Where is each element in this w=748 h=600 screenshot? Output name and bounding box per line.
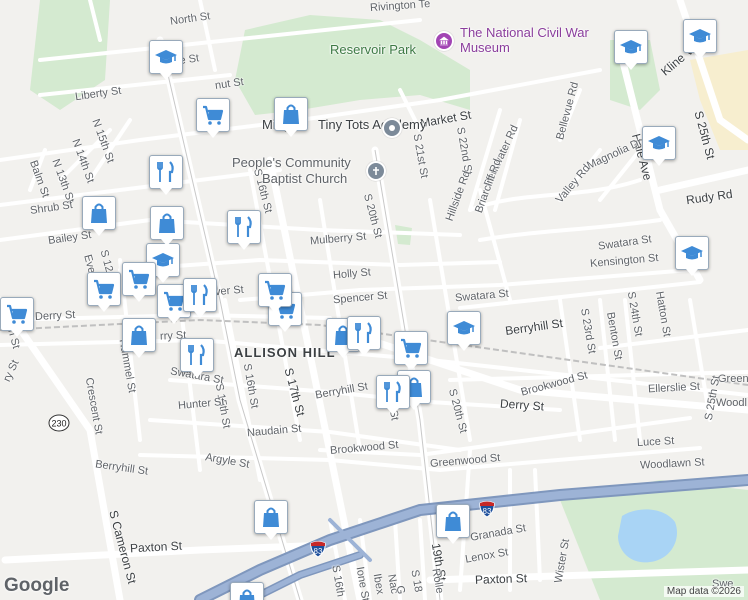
google-logo: Google xyxy=(4,575,70,596)
museum-icon xyxy=(434,31,454,51)
state-route-shield-icon: 230 xyxy=(48,414,70,432)
restaurant-icon xyxy=(384,381,401,402)
map-marker-shopping-bag[interactable] xyxy=(230,582,264,600)
map-marker-restaurant[interactable] xyxy=(376,375,410,415)
map-marker-graduation-cap[interactable] xyxy=(614,30,648,70)
map-marker-shopping-bag[interactable] xyxy=(254,500,288,540)
map-marker-restaurant[interactable] xyxy=(347,316,381,356)
shopping-bag-icon xyxy=(131,325,147,345)
street-label-ever: ver St xyxy=(214,283,245,299)
graduation-cap-icon xyxy=(620,40,642,54)
map-marker-shopping-cart[interactable] xyxy=(258,273,292,313)
graduation-cap-icon xyxy=(155,50,177,64)
restaurant-icon xyxy=(355,322,372,343)
map-marker-shopping-cart[interactable] xyxy=(196,98,230,138)
graduation-cap-icon xyxy=(681,246,703,260)
map-marker-shopping-bag[interactable] xyxy=(436,504,470,544)
graduation-cap-icon xyxy=(453,321,475,335)
church-label-line2: Baptist Church xyxy=(262,171,348,186)
restaurant-icon xyxy=(191,284,208,305)
shopping-cart-icon xyxy=(203,105,224,125)
map-marker-restaurant[interactable] xyxy=(149,155,183,195)
street-label-derry-right: Derry St xyxy=(499,396,545,414)
street-label-derry-left: Derry St xyxy=(34,308,76,324)
shopping-cart-icon xyxy=(7,304,28,324)
map-view[interactable]: Rivington Te North St State St nut St Li… xyxy=(0,0,748,600)
street-label-g: G xyxy=(393,584,407,596)
shopping-cart-icon xyxy=(401,338,422,358)
academy-label: Tiny Tots Academy xyxy=(318,117,427,132)
interstate-shield-icon: 83 xyxy=(479,501,495,518)
map-marker-shopping-bag[interactable] xyxy=(150,206,184,246)
interstate-shield-icon: 83 xyxy=(310,541,326,558)
shopping-bag-icon xyxy=(159,213,175,233)
restaurant-icon xyxy=(235,216,252,237)
shopping-bag-icon xyxy=(239,589,255,600)
map-marker-shopping-bag[interactable] xyxy=(82,196,116,236)
museum-label: The National Civil War Museum xyxy=(460,25,589,55)
map-marker-graduation-cap[interactable] xyxy=(642,126,676,166)
restaurant-icon xyxy=(157,161,174,182)
shopping-bag-icon xyxy=(91,203,107,223)
map-marker-graduation-cap[interactable] xyxy=(675,236,709,276)
map-marker-restaurant[interactable] xyxy=(227,210,261,250)
map-marker-shopping-bag[interactable] xyxy=(274,97,308,137)
street-label-luce: Luce St xyxy=(636,435,675,449)
school-pin-icon xyxy=(382,118,402,138)
map-marker-shopping-cart[interactable] xyxy=(87,272,121,312)
map-marker-graduation-cap[interactable] xyxy=(149,40,183,80)
street-label-paxton-right: Paxton St xyxy=(474,571,528,587)
street-label-paxton: Paxton St xyxy=(129,538,183,556)
church-icon xyxy=(366,161,386,181)
church-label-line1: People's Community xyxy=(232,155,351,170)
shopping-bag-icon xyxy=(263,507,279,527)
map-marker-shopping-cart[interactable] xyxy=(122,262,156,302)
shield-label-230: 230 xyxy=(51,419,66,429)
shopping-bag-icon xyxy=(445,511,461,531)
map-marker-graduation-cap[interactable] xyxy=(683,19,717,59)
park-label-reservoir[interactable]: Reservoir Park xyxy=(330,42,416,57)
map-marker-graduation-cap[interactable] xyxy=(447,311,481,351)
map-marker-restaurant[interactable] xyxy=(180,338,214,378)
street-label-green-right: Green xyxy=(718,373,748,385)
area-label-allison-hill: ALLISON HILL xyxy=(234,345,336,360)
shopping-cart-icon xyxy=(94,279,115,299)
map-attribution[interactable]: Map data ©2026 xyxy=(663,586,744,597)
street-label-woodl-right: Woodl xyxy=(716,397,747,409)
map-marker-shopping-cart[interactable] xyxy=(0,297,34,337)
map-marker-shopping-cart[interactable] xyxy=(394,331,428,371)
shield-label-83b: 83 xyxy=(314,547,323,556)
restaurant-icon xyxy=(188,344,205,365)
map-marker-restaurant[interactable] xyxy=(183,278,217,318)
graduation-cap-icon xyxy=(648,136,670,150)
graduation-cap-icon xyxy=(689,29,711,43)
shopping-cart-icon xyxy=(129,269,150,289)
map-marker-shopping-bag[interactable] xyxy=(122,318,156,358)
shield-label-83a: 83 xyxy=(483,507,492,516)
shopping-bag-icon xyxy=(283,104,299,124)
shopping-cart-icon xyxy=(265,280,286,300)
